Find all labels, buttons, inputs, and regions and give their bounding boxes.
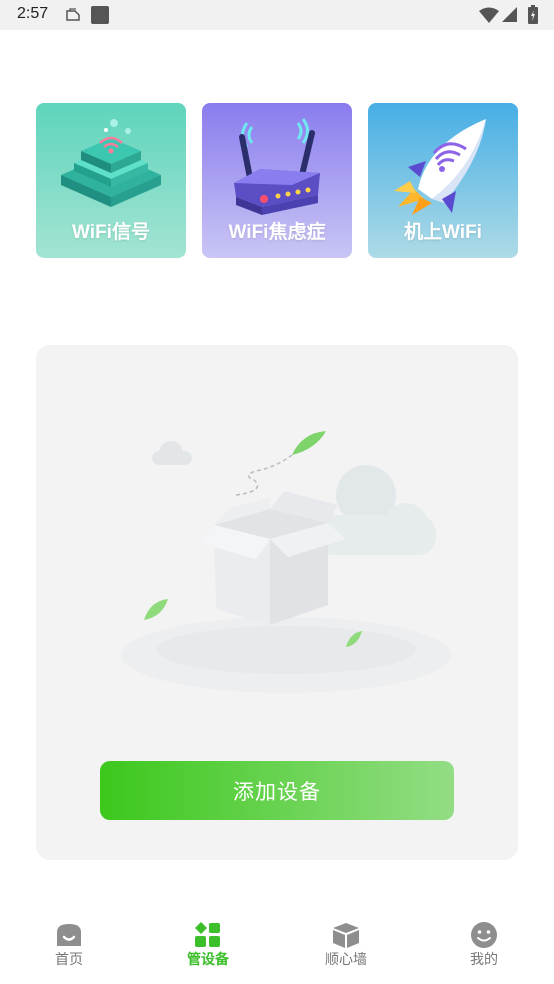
feature-cards: WiFi信号 WiFi焦虑症 机上WiFi	[36, 103, 519, 258]
status-bar: 2:57	[0, 0, 554, 30]
grid-icon	[195, 922, 220, 947]
signal-icon	[502, 7, 517, 22]
square-app-icon	[91, 6, 109, 24]
empty-box-illustration	[121, 431, 451, 693]
add-device-button[interactable]: 添加设备	[100, 761, 454, 820]
rocket-icon	[394, 119, 486, 215]
device-empty-panel: 添加设备	[36, 345, 518, 860]
tab-label: 顺心墙	[325, 952, 367, 968]
cube-icon	[333, 923, 359, 948]
tab-label: 我的	[470, 952, 498, 968]
tab-home[interactable]: 首页	[24, 922, 114, 969]
home-icon	[57, 924, 81, 946]
battery-icon	[528, 5, 538, 24]
tab-devices[interactable]: 管设备	[163, 922, 253, 969]
tab-wall[interactable]: 顺心墙	[301, 922, 391, 969]
status-time: 2:57	[17, 5, 49, 22]
card-inflight-wifi[interactable]: 机上WiFi	[368, 103, 518, 258]
card-label: WiFi焦虑症	[228, 222, 326, 243]
card-label: 机上WiFi	[404, 222, 482, 243]
note-icon	[66, 8, 80, 21]
tab-label: 管设备	[187, 952, 229, 968]
card-label: WiFi信号	[72, 222, 150, 243]
wifi-icon	[479, 7, 499, 23]
smile-icon	[471, 922, 497, 948]
router-stack-icon	[61, 119, 161, 207]
tab-label: 首页	[55, 952, 83, 968]
wireless-router-icon	[234, 118, 320, 215]
card-wifi-signal[interactable]: WiFi信号	[36, 103, 186, 258]
bottom-tab-bar: 首页 管设备 顺心墙 我的	[0, 910, 554, 984]
card-wifi-anxiety[interactable]: WiFi焦虑症	[202, 103, 352, 258]
tab-mine[interactable]: 我的	[439, 922, 529, 969]
